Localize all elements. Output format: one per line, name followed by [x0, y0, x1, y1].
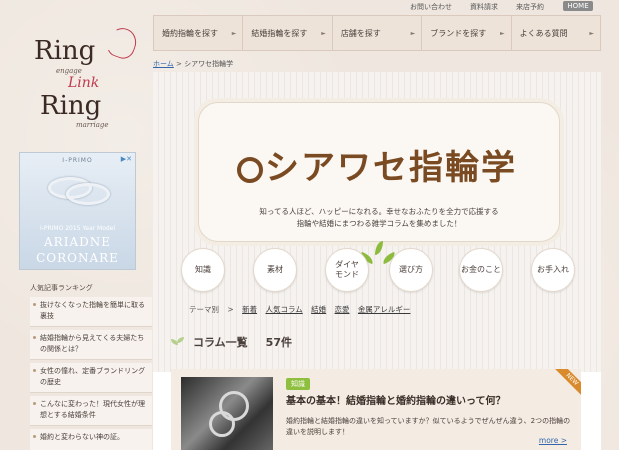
ranking-list: 抜けなくなった指輪を簡単に取る裏技 結婚指輪から見えてくる夫婦たちの関係とは？ … [30, 297, 152, 450]
main-panel: シアワセ指輪学 知ってる人ほど、ハッピーになれる。幸せなおふたりを全力で応援する… [153, 72, 601, 450]
tag-love[interactable]: 恋愛 [335, 305, 350, 314]
ad-brand: I-PRIMO [62, 157, 93, 164]
breadcrumb: ホーム > シアワセ指輪学 [153, 59, 233, 69]
top-links: お問い合わせ 資料請求 来店予約 [410, 2, 562, 12]
tags-sep: > [227, 305, 234, 314]
nav-engagement-ring[interactable]: 婚約指輪を探す ► [153, 15, 243, 51]
category-how-to-choose[interactable]: 選び方 [389, 248, 433, 292]
tags-label: テーマ別 [189, 305, 219, 314]
adchoices-icon[interactable]: ▶✕ [121, 155, 132, 163]
category-material[interactable]: 素材 [253, 248, 297, 292]
ranking-item[interactable]: 結婚指輪から見えてくる夫婦たちの関係とは？ [30, 330, 152, 360]
category-care[interactable]: お手入れ [531, 248, 575, 292]
heart-icon [103, 24, 141, 62]
new-label: NEW [555, 369, 581, 395]
arrow-right-icon: ► [500, 29, 505, 37]
ad-year: I-PRIMO 2015 Year Model [39, 225, 116, 232]
reserve-link[interactable]: 来店予約 [516, 2, 544, 12]
ranking-title: 人気記事ランキング [30, 284, 93, 292]
ranking-item[interactable]: 婚約と変わらない神の証。 [30, 429, 152, 450]
ranking-item[interactable]: 抜けなくなった指輪を簡単に取る裏技 [30, 297, 152, 327]
tag-allergy[interactable]: 金属アレルギー [358, 305, 411, 314]
catalog-link[interactable]: 資料請求 [470, 2, 498, 12]
ring-icon [237, 156, 263, 183]
category-buttons: 知識 素材 ダイヤ モンド 選び方 お金のこと お手入れ [181, 244, 575, 300]
nav-shops[interactable]: 店舗を探す ► [331, 15, 422, 51]
category-money[interactable]: お金のこと [459, 248, 503, 292]
column-count: 57件 [265, 336, 292, 349]
nav-label: よくある質問 [519, 28, 568, 38]
arrow-right-icon: ► [231, 29, 237, 37]
page-title: シアワセ指輪学 [237, 140, 517, 189]
contact-link[interactable]: お問い合わせ [410, 2, 452, 12]
hero-plaque: シアワセ指輪学 知ってる人ほど、ハッピーになれる。幸せなおふたりを全力で応援する… [198, 102, 560, 242]
breadcrumb-sep: > [176, 60, 182, 68]
article-excerpt-2: 違いを説明します！ [286, 428, 349, 436]
ad-name-1: ARIADNE [44, 235, 111, 249]
ranking-item[interactable]: 女性の憧れ、定番ブランドリングの歴史 [30, 363, 152, 393]
tag-marriage[interactable]: 結婚 [311, 305, 326, 314]
hero-desc-2: 指輪や結婚にまつわる雑学コラムを集めました！ [296, 219, 462, 228]
home-button[interactable]: HOME [563, 1, 593, 11]
tag-new[interactable]: 新着 [242, 305, 257, 314]
nav-brands[interactable]: ブランドを探す ► [421, 15, 511, 51]
arrow-right-icon: ► [410, 29, 416, 37]
breadcrumb-current: シアワセ指輪学 [184, 60, 234, 68]
nav-wedding-ring[interactable]: 結婚指輪を探す ► [242, 15, 332, 51]
arrow-right-icon: ► [589, 29, 595, 37]
category-diamond[interactable]: ダイヤ モンド [325, 248, 369, 292]
category-knowledge[interactable]: 知識 [181, 248, 225, 292]
more-link[interactable]: more > [539, 436, 567, 445]
article-thumbnail[interactable] [181, 377, 273, 450]
new-ribbon: NEW [555, 369, 581, 395]
tag-popular[interactable]: 人気コラム [265, 305, 302, 314]
logo-ring-bottom: Ring [40, 91, 102, 121]
article-title[interactable]: 基本の基本！結婚指輪と婚約指輪の違いって何？ [286, 392, 506, 407]
ranking-item[interactable]: こんなに変わった！現代女性が理想とする結婚条件 [30, 396, 152, 426]
logo-ring-top: Ring [34, 36, 96, 66]
logo-engage: engage [56, 67, 82, 75]
nav-label: ブランドを探す [430, 28, 487, 38]
article-excerpt-1: 婚約指輪と結婚指輪の違いを知っていますか？似ているようでぜんぜん違う、2つの指輪… [286, 417, 571, 425]
sprout-icon [171, 337, 185, 347]
ad-name-2: CORONARE [36, 251, 119, 265]
hero: シアワセ指輪学 知ってる人ほど、ハッピーになれる。幸せなおふたりを全力で応援する… [153, 72, 601, 372]
theme-tags: テーマ別 > 新着 人気コラム 結婚 恋愛 金属アレルギー [189, 304, 416, 315]
hero-desc-1: 知ってる人ほど、ハッピーになれる。幸せなおふたりを全力で応援する [259, 207, 499, 216]
category-badge: 知識 [286, 378, 310, 390]
nav-label: 店舗を探す [340, 28, 381, 38]
nav-label: 婚約指輪を探す [162, 28, 218, 38]
nav-label: 結婚指輪を探す [251, 28, 308, 38]
column-title: コラム一覧 [193, 336, 248, 349]
rings-image-icon [44, 171, 114, 207]
column-heading: コラム一覧 57件 [171, 334, 292, 350]
site-logo[interactable]: Ring engage Link Ring marriage [20, 20, 141, 135]
page-title-text: シアワセ指輪学 [265, 148, 517, 188]
ring-image-icon [209, 411, 235, 437]
breadcrumb-home[interactable]: ホーム [153, 60, 174, 68]
article-card[interactable]: 知識 基本の基本！結婚指輪と婚約指輪の違いって何？ 婚約指輪と結婚指輪の違いを知… [171, 369, 581, 450]
ad-banner[interactable]: ▶✕ I-PRIMO I-PRIMO 2015 Year Model ARIAD… [19, 152, 136, 270]
global-nav: 婚約指輪を探す ► 結婚指輪を探す ► 店舗を探す ► ブランドを探す ► よくある質問… [153, 15, 602, 51]
arrow-right-icon: ► [321, 29, 326, 37]
left-column: Ring engage Link Ring marriage ▶✕ I-PRIM… [0, 0, 152, 450]
logo-link: Link [68, 75, 100, 91]
logo-marriage: marriage [76, 121, 109, 129]
nav-faq[interactable]: よくある質問 ► [510, 15, 602, 51]
